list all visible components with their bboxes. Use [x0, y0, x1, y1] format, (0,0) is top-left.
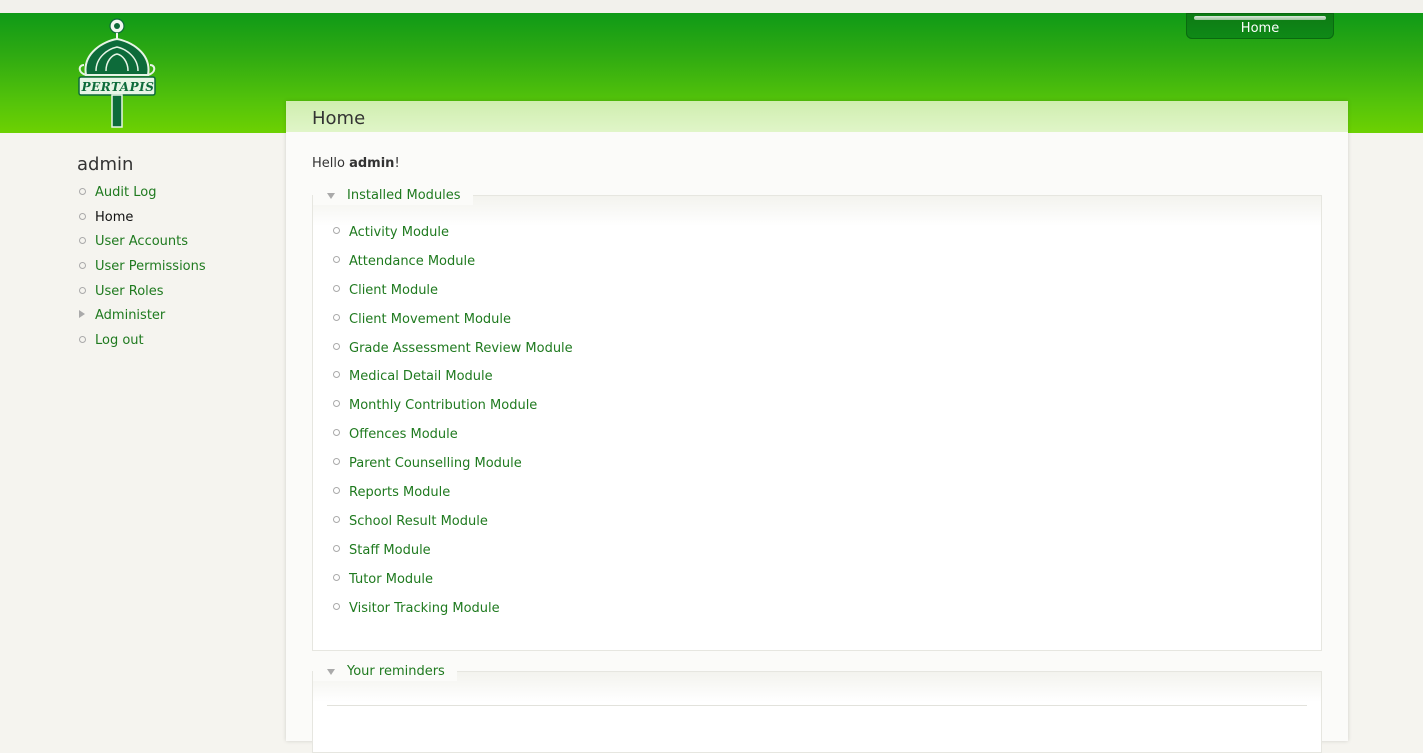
bullet-icon — [79, 262, 86, 270]
module-link[interactable]: Reports Module — [349, 485, 450, 500]
bullet-icon — [333, 487, 340, 495]
sidebar-menu: Audit Log Home User Accounts User Permissio… — [77, 184, 206, 357]
module-link[interactable]: School Result Module — [349, 514, 488, 529]
module-link[interactable]: Parent Counselling Module — [349, 456, 522, 471]
list-item: Reports Module — [333, 484, 573, 513]
bullet-icon — [79, 188, 86, 195]
greeting-user: admin — [349, 156, 395, 171]
sidebar-item-home[interactable]: Home — [77, 209, 206, 234]
bullet-icon — [333, 400, 340, 408]
list-item: Client Module — [333, 282, 573, 311]
pertapis-logo[interactable] — [74, 17, 160, 129]
module-link[interactable]: Offences Module — [349, 427, 458, 442]
sidebar-link[interactable]: Log out — [95, 333, 144, 348]
sidebar-link[interactable]: Audit Log — [95, 185, 156, 200]
sidebar-item-log-out[interactable]: Log out — [77, 332, 206, 357]
bullet-icon — [333, 371, 340, 379]
bullet-icon — [333, 313, 340, 321]
list-item: Offences Module — [333, 426, 573, 455]
bullet-icon — [333, 255, 340, 263]
tab-home[interactable]: Home — [1186, 13, 1334, 39]
list-item: Medical Detail Module — [333, 368, 573, 397]
bullet-icon — [333, 515, 340, 523]
greeting: Hello admin! — [312, 156, 400, 171]
module-list: Activity Module Attendance Module Client M… — [333, 224, 573, 628]
collapse-triangle-icon — [327, 192, 335, 199]
reminders-divider — [327, 705, 1307, 706]
sidebar-item-administer[interactable]: Administer — [77, 307, 206, 332]
list-item: Parent Counselling Module — [333, 455, 573, 484]
tab-home-label: Home — [1240, 21, 1280, 36]
bullet-icon — [333, 284, 340, 292]
installed-modules-fieldset: Installed Modules Activity Module Attenda… — [312, 187, 1322, 651]
bullet-icon — [79, 212, 86, 220]
list-item: Staff Module — [333, 542, 573, 571]
sidebar-link[interactable]: User Permissions — [95, 259, 206, 274]
list-item: Attendance Module — [333, 253, 573, 282]
sidebar-link[interactable]: Home — [95, 210, 133, 225]
list-item: Client Movement Module — [333, 311, 573, 340]
greeting-prefix: Hello — [312, 156, 345, 171]
module-link[interactable]: Tutor Module — [349, 572, 433, 587]
module-link[interactable]: Visitor Tracking Module — [349, 601, 500, 616]
module-link[interactable]: Medical Detail Module — [349, 369, 493, 384]
module-link[interactable]: Grade Assessment Review Module — [349, 341, 573, 356]
module-link[interactable]: Client Module — [349, 283, 438, 298]
reminders-legend-label: Your reminders — [347, 664, 445, 679]
bullet-icon — [333, 544, 340, 552]
sidebar-item-user-roles[interactable]: User Roles — [77, 283, 206, 308]
sidebar-link[interactable]: User Accounts — [95, 234, 188, 249]
list-item: School Result Module — [333, 513, 573, 542]
bullet-icon — [79, 237, 86, 245]
sidebar-link[interactable]: User Roles — [95, 284, 164, 299]
module-link[interactable]: Activity Module — [349, 225, 449, 240]
greeting-suffix: ! — [394, 156, 400, 171]
page-title-bar: Home — [286, 101, 1348, 132]
bullet-icon — [333, 429, 340, 437]
bullet-icon — [79, 286, 86, 294]
sidebar-item-audit-log[interactable]: Audit Log — [77, 184, 206, 209]
logo-text: PERTAPIS — [81, 80, 155, 94]
main-content: Home Hello admin! Installed Modules Acti… — [286, 101, 1348, 753]
module-link[interactable]: Staff Module — [349, 543, 431, 558]
module-link[interactable]: Monthly Contribution Module — [349, 398, 537, 413]
sidebar-link[interactable]: Administer — [95, 308, 165, 323]
list-item: Visitor Tracking Module — [333, 600, 573, 629]
reminders-fieldset: Your reminders — [312, 663, 1322, 753]
page-title: Home — [312, 108, 366, 129]
installed-modules-legend[interactable]: Installed Modules — [313, 187, 473, 205]
bullet-icon — [333, 573, 340, 581]
module-link[interactable]: Attendance Module — [349, 254, 475, 269]
tab-highlight — [1194, 16, 1326, 20]
fieldset-shade — [313, 672, 1321, 702]
bullet-icon — [333, 342, 340, 350]
list-item: Tutor Module — [333, 571, 573, 600]
reminders-legend[interactable]: Your reminders — [313, 663, 457, 681]
list-item: Monthly Contribution Module — [333, 397, 573, 426]
list-item: Activity Module — [333, 224, 573, 253]
module-link[interactable]: Client Movement Module — [349, 312, 511, 327]
bullet-icon — [333, 227, 340, 234]
top-strip — [0, 0, 1423, 13]
list-item: Grade Assessment Review Module — [333, 340, 573, 369]
sidebar-title: admin — [77, 154, 134, 175]
bullet-icon — [333, 458, 340, 466]
sidebar-item-user-accounts[interactable]: User Accounts — [77, 233, 206, 258]
sidebar-item-user-permissions[interactable]: User Permissions — [77, 258, 206, 283]
bullet-icon — [333, 602, 340, 610]
collapsed-triangle-icon — [79, 310, 85, 319]
bullet-icon — [79, 336, 86, 344]
installed-modules-legend-label: Installed Modules — [347, 188, 461, 203]
collapse-triangle-icon — [327, 668, 335, 675]
